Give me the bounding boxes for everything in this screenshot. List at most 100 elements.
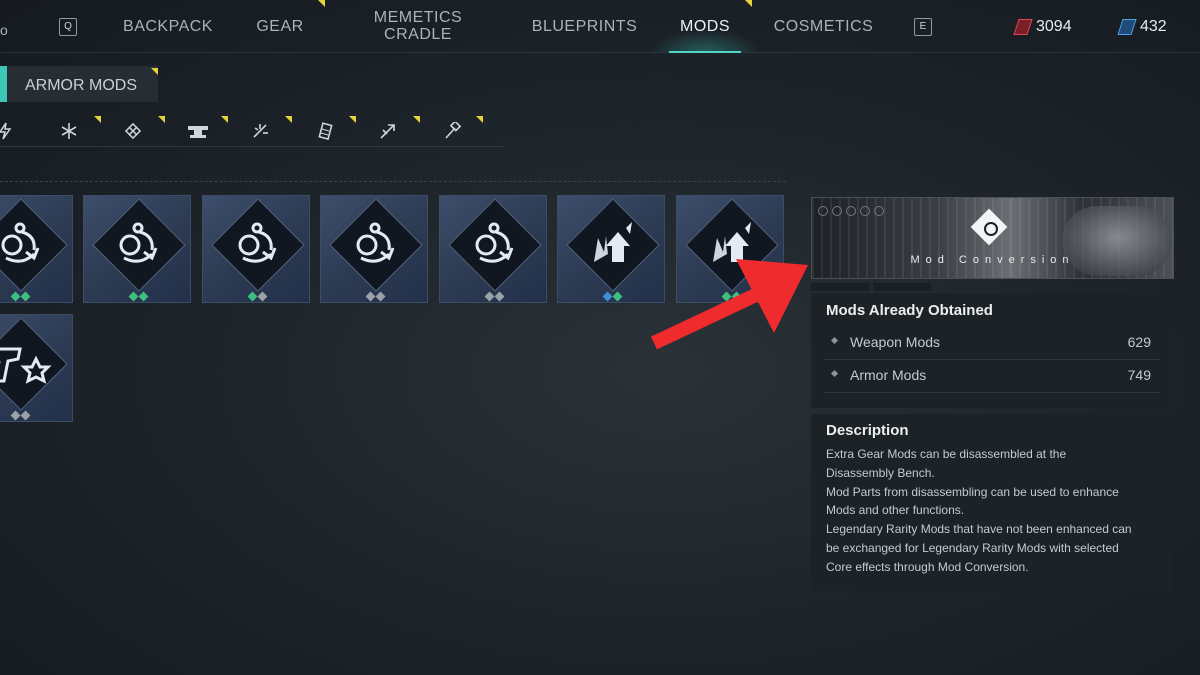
banner-title: Mod Conversion xyxy=(910,254,1075,266)
armor-mods-new-indicator xyxy=(151,68,158,75)
burst-icon[interactable] xyxy=(251,122,269,140)
mods-obtained-title: Mods Already Obtained xyxy=(826,302,993,319)
tab-blueprints[interactable]: BLUEPRINTS xyxy=(527,0,642,52)
stat-value: 749 xyxy=(1127,367,1151,383)
stat-label: Armor Mods xyxy=(850,367,927,383)
panel-tab-strip xyxy=(811,283,1172,291)
mods-new-indicator xyxy=(745,0,752,7)
description-card: Description Extra Gear Mods can be disas… xyxy=(811,414,1172,591)
small-circle-icon xyxy=(832,206,842,216)
rarity-dot-icon xyxy=(10,410,20,421)
active-tab-underline xyxy=(669,51,741,53)
small-circle-icon xyxy=(874,206,884,216)
filter-row xyxy=(0,114,505,147)
small-circle-icon xyxy=(860,206,870,216)
stat-row-armor-mods: Armor Mods 749 xyxy=(824,360,1159,393)
stat-value: 629 xyxy=(1127,334,1151,350)
stat-label: Weapon Mods xyxy=(850,334,941,350)
crosshair-icon[interactable] xyxy=(124,122,142,140)
anvil-icon[interactable] xyxy=(187,122,209,140)
subtab-armor-mods[interactable]: ARMOR MODS xyxy=(0,66,158,102)
mod-conversion-banner[interactable]: Mod Conversion xyxy=(811,197,1174,279)
rarity-dot-icon xyxy=(10,291,20,302)
banner-small-icons xyxy=(818,206,884,216)
bullet-icon xyxy=(830,369,839,378)
mod-card[interactable] xyxy=(320,195,428,303)
orbit-mod-icon xyxy=(321,218,429,270)
grid-divider xyxy=(0,181,786,182)
description-line: Legendary Rarity Mods that have not been… xyxy=(826,522,1132,537)
description-line: be exchanged for Legendary Rarity Mods w… xyxy=(826,540,1119,555)
filter-new-indicator xyxy=(285,116,292,123)
currency-red: 3094 xyxy=(1013,18,1072,36)
tab-cosmetics[interactable]: COSMETICS xyxy=(766,0,881,52)
rarity-dot-icon xyxy=(138,291,148,302)
rarity-dot-icon xyxy=(602,291,612,302)
top-nav: o Q BACKPACK GEAR MEMETICS CRADLE BLUEPR… xyxy=(0,0,1200,53)
rarity-dot-icon xyxy=(20,410,30,421)
snowflake-icon[interactable] xyxy=(60,122,78,140)
mod-card[interactable] xyxy=(0,195,73,303)
description-line: Extra Gear Mods can be disassembled at t… xyxy=(826,447,1067,461)
bullet-icon xyxy=(830,336,839,345)
description-line: Disassembly Bench. xyxy=(826,465,935,480)
description-line: Mod Parts from disassembling can be used… xyxy=(826,484,1119,499)
red-crystal-icon xyxy=(1013,19,1033,35)
description-line: Mods and other functions. xyxy=(826,503,965,518)
prev-tab-key-hint: Q xyxy=(59,18,77,36)
filter-new-indicator xyxy=(94,116,101,123)
rarity-dot-icon xyxy=(247,291,257,302)
annotation-arrow-icon xyxy=(651,259,808,350)
mod-card[interactable] xyxy=(202,195,310,303)
mod-rarity-dots xyxy=(0,410,74,421)
tab-gear-label: GEAR xyxy=(256,17,304,35)
small-circle-icon xyxy=(818,206,828,216)
rarity-dot-icon xyxy=(612,291,622,302)
orbit-mod-icon xyxy=(440,218,548,270)
tab-gear[interactable]: GEAR xyxy=(250,0,310,52)
tab-mods[interactable]: MODS xyxy=(649,0,761,53)
orbit-mod-icon xyxy=(0,218,74,270)
hammer-icon[interactable] xyxy=(443,120,462,140)
description-line: Core effects through Mod Conversion. xyxy=(826,559,1029,574)
mods-obtained-card: Mods Already Obtained Weapon Mods 629 Ar… xyxy=(811,293,1172,408)
tab-backpack[interactable]: BACKPACK xyxy=(118,0,218,52)
tab-cosmetics-label: COSMETICS xyxy=(773,17,874,35)
mod-rarity-dots xyxy=(203,291,311,302)
pistol-star-mod-icon xyxy=(0,337,74,389)
currency-red-value: 3094 xyxy=(1036,18,1072,35)
mod-card[interactable] xyxy=(0,314,73,422)
mod-rarity-dots xyxy=(440,291,548,302)
rarity-dot-icon xyxy=(20,291,30,302)
currency-blue-value: 432 xyxy=(1140,18,1167,35)
subtab-accent xyxy=(0,66,7,102)
panel-tab-information[interactable] xyxy=(811,283,869,291)
subtab-label: ARMOR MODS xyxy=(25,77,137,94)
filter-new-indicator xyxy=(413,116,420,123)
rarity-dot-icon xyxy=(365,291,375,302)
mod-rarity-dots xyxy=(321,291,429,302)
currency-blue: 432 xyxy=(1117,18,1167,36)
arrow-up-right-icon[interactable] xyxy=(379,122,397,140)
description-body: Extra Gear Mods can be disassembled at t… xyxy=(826,445,1166,577)
lightning-icon[interactable] xyxy=(0,122,14,140)
orbit-mod-icon xyxy=(84,218,192,270)
magazine-icon[interactable] xyxy=(316,122,334,141)
mod-card[interactable] xyxy=(439,195,547,303)
conversion-icon xyxy=(984,222,998,236)
rarity-dot-icon xyxy=(494,291,504,302)
rarity-dot-icon xyxy=(257,291,267,302)
next-tab-key-hint: E xyxy=(914,18,932,36)
panel-tab-secondary[interactable] xyxy=(873,283,931,291)
mod-card[interactable] xyxy=(83,195,191,303)
tab-backpack-label: BACKPACK xyxy=(123,17,213,35)
mod-rarity-dots xyxy=(0,291,74,302)
cut-off-tab-label[interactable]: o xyxy=(0,22,8,38)
filter-new-indicator xyxy=(158,116,165,123)
rarity-dot-icon xyxy=(375,291,385,302)
filter-new-indicator xyxy=(221,116,228,123)
rarity-dot-icon xyxy=(128,291,138,302)
tab-memetics-cradle-label: MEMETICS CRADLE xyxy=(373,9,463,43)
tab-memetics-cradle[interactable]: MEMETICS CRADLE xyxy=(368,0,468,52)
gear-new-indicator xyxy=(318,0,325,7)
